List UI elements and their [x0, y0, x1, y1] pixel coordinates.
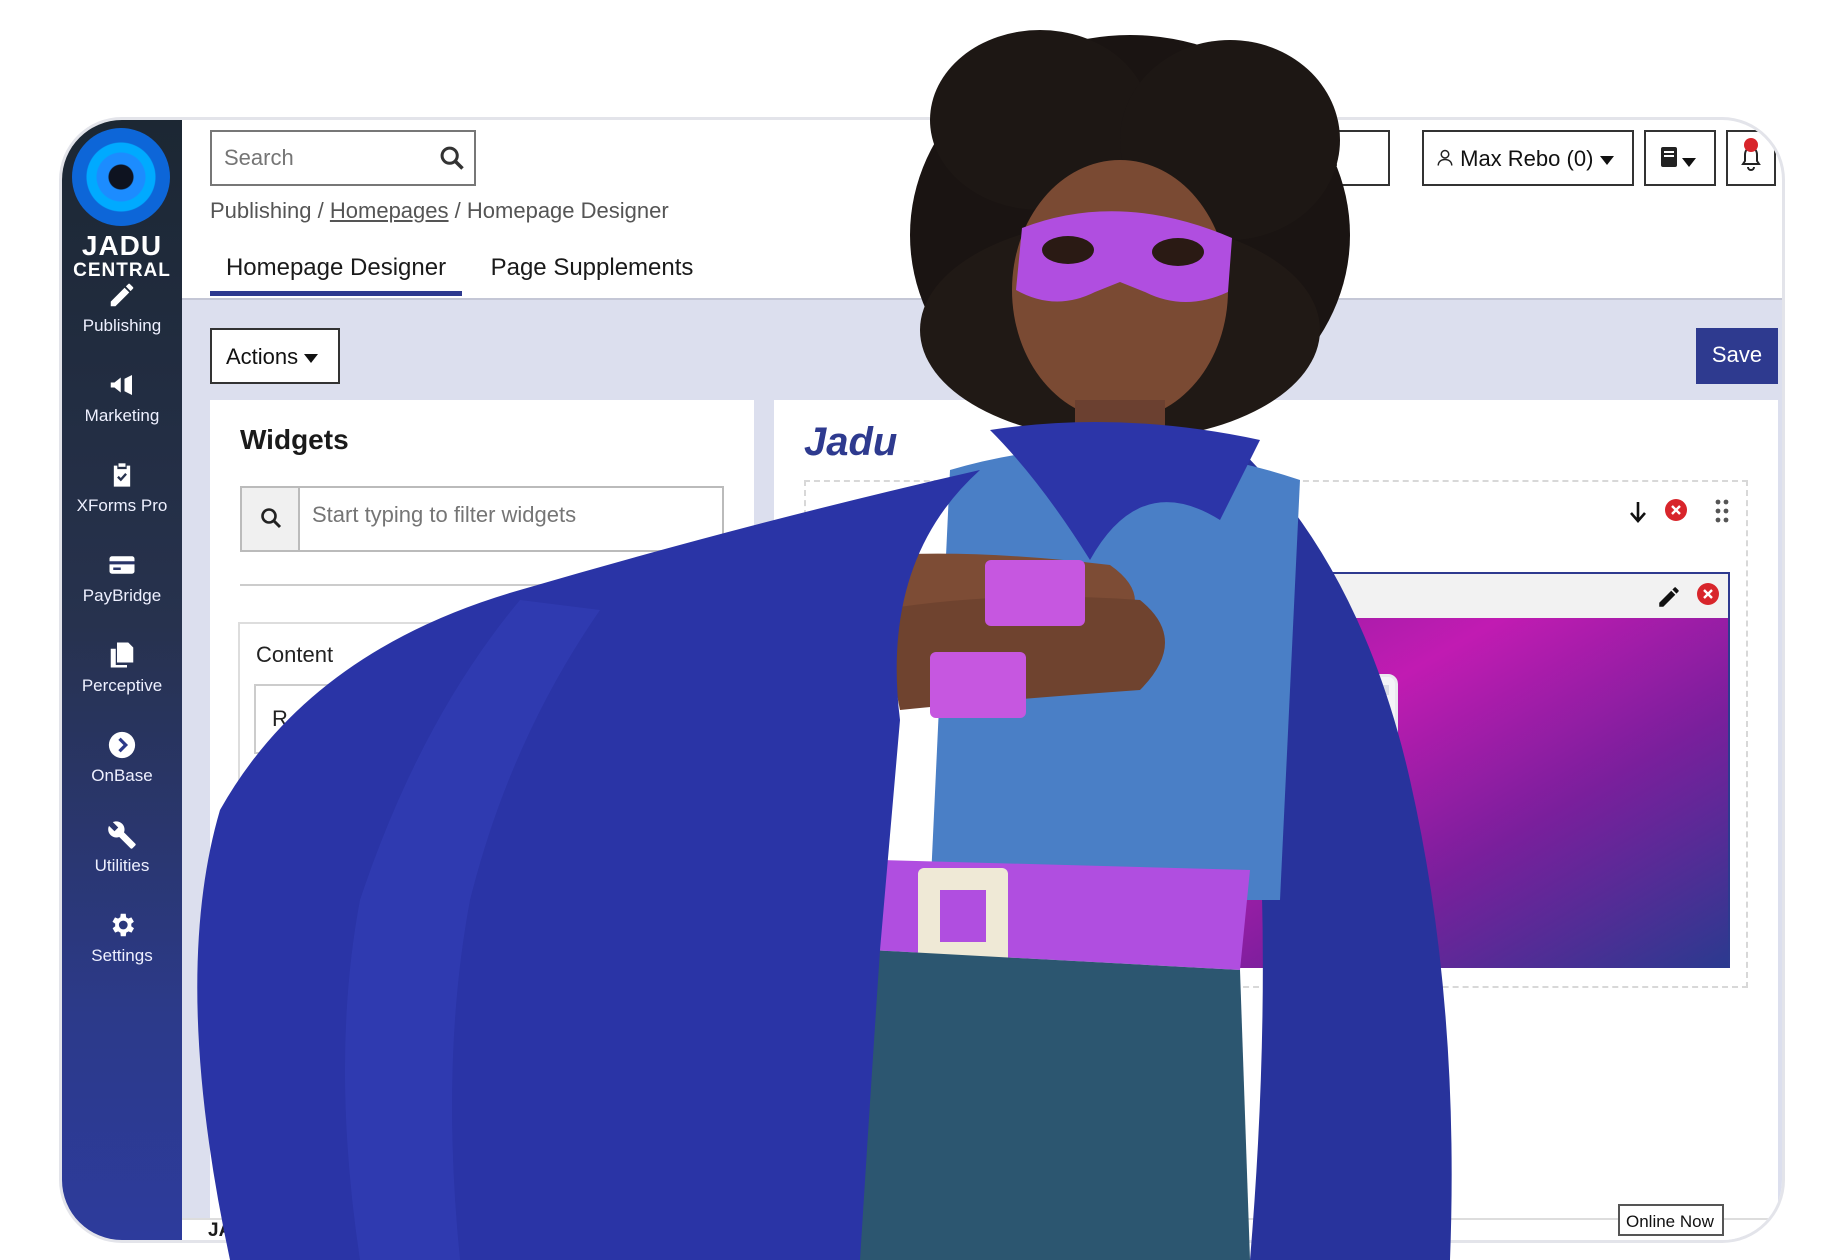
panel-title: Widgets: [240, 424, 349, 455]
pencil-icon: [110, 283, 134, 307]
thumbnail-toolbar: [1299, 685, 1389, 695]
sidebar-item-label: Marketing: [84, 406, 160, 425]
clipboard-check-icon: [113, 463, 131, 487]
actions-button[interactable]: Actions: [210, 328, 340, 384]
search-icon[interactable]: [438, 144, 466, 172]
notifications-button[interactable]: [1726, 130, 1776, 186]
sidebar: JADU CENTRAL Publishing Marketing XForms…: [62, 120, 182, 1240]
homepage-canvas: Jadu: [774, 400, 1778, 1240]
close-icon[interactable]: [1696, 582, 1720, 606]
sidebar-item-label: Publishing: [82, 316, 162, 335]
thumbnail-logo: [1295, 721, 1353, 823]
sidebar-item-label: OnBase: [91, 766, 153, 785]
sidebar-item-marketing[interactable]: Marketing: [62, 370, 182, 460]
breadcrumb-separator: /: [317, 198, 324, 223]
footer: JADU Online Now: [182, 1204, 1782, 1240]
widget-group-label: Content: [256, 642, 334, 667]
gear-icon: [112, 913, 134, 937]
sidebar-item-utilities[interactable]: Utilities: [62, 820, 182, 910]
sidebar-item-paybridge[interactable]: PayBridge: [62, 550, 182, 640]
breadcrumb-item: Publishing: [210, 198, 312, 223]
docs-menu-button[interactable]: [1644, 130, 1716, 186]
logo-line2: CENTRAL: [73, 260, 171, 281]
screenshot-thumbnail: [1288, 674, 1398, 860]
credit-card-icon: [109, 556, 135, 574]
online-now-button[interactable]: Online Now: [1618, 1204, 1724, 1236]
canvas-brand: Jadu: [804, 420, 898, 464]
footer-brand: JADU: [208, 1220, 260, 1240]
book-icon: [1661, 147, 1677, 167]
sidebar-item-onbase[interactable]: OnBase: [62, 730, 182, 820]
app-window: JADU CENTRAL Publishing Marketing XForms…: [62, 120, 1782, 1240]
sidebar-item-label: XForms Pro: [76, 496, 168, 515]
wrench-icon: [108, 821, 136, 849]
designer-area: Actions Save Widgets Content R: [182, 298, 1782, 1240]
sidebar-item-xforms[interactable]: XForms Pro: [62, 460, 182, 550]
breadcrumb: Publishing / Homepages / Homepage Design…: [210, 198, 669, 224]
widget-image: [1224, 618, 1728, 968]
actions-label: Actions: [226, 344, 299, 369]
domain-text: du.net: [1276, 146, 1338, 171]
notification-badge: [1744, 138, 1758, 152]
caret-down-icon: [304, 354, 319, 363]
canvas-row: [804, 480, 1748, 988]
megaphone-icon: [110, 375, 132, 395]
user-label: Max Rebo (0): [1460, 146, 1594, 171]
drag-handle-icon[interactable]: [1714, 498, 1730, 524]
widget-filter: [240, 486, 724, 552]
logo-line1: JADU: [81, 230, 163, 261]
search-input[interactable]: [212, 132, 422, 184]
search-box: [210, 130, 476, 186]
tab-homepage-designer[interactable]: Homepage Designer: [210, 240, 462, 296]
sidebar-item-label: Settings: [91, 946, 153, 965]
widget-item-selected[interactable]: [254, 764, 454, 822]
caret-down-icon: [1682, 158, 1697, 167]
save-button[interactable]: Save: [1696, 328, 1778, 384]
widget-group[interactable]: Content R: [238, 622, 718, 838]
sidebar-item-label: Perceptive: [81, 676, 163, 695]
sidebar-item-label: Utilities: [94, 856, 150, 875]
widget-filter-input[interactable]: [312, 502, 712, 528]
logo-text: JADU CENTRAL: [62, 232, 182, 282]
filter-search-button[interactable]: [242, 488, 300, 550]
widgets-panel: Widgets Content R: [210, 400, 754, 1240]
arrow-down-icon[interactable]: [1628, 500, 1648, 524]
documents-icon: [110, 642, 134, 668]
user-icon: [1437, 149, 1453, 166]
widget-item[interactable]: R: [254, 684, 454, 754]
caret-down-icon: [1599, 156, 1614, 165]
widget-card[interactable]: [1222, 572, 1730, 968]
breadcrumb-separator: /: [454, 198, 461, 223]
breadcrumb-current: Homepage Designer: [466, 198, 669, 223]
widget-card-header: [1224, 574, 1728, 618]
user-menu-button[interactable]: Max Rebo (0): [1422, 130, 1634, 186]
sidebar-item-settings[interactable]: Settings: [62, 910, 182, 1000]
jadu-logo-icon[interactable]: [72, 128, 170, 226]
search-icon: [261, 508, 282, 529]
marketing-hero: JADU CENTRAL Publishing Marketing XForms…: [0, 0, 1837, 1260]
breadcrumb-link[interactable]: Homepages: [330, 198, 449, 223]
sidebar-item-label: PayBridge: [82, 586, 162, 605]
widget-group[interactable]: [238, 848, 718, 968]
domain-button[interactable]: du.net: [1260, 130, 1390, 186]
pencil-icon[interactable]: [1656, 584, 1682, 610]
chevron-circle-icon: [108, 731, 136, 759]
close-icon[interactable]: [1664, 498, 1688, 522]
tab-page-supplements[interactable]: Page Supplements: [482, 240, 702, 296]
sidebar-item-publishing[interactable]: Publishing: [62, 280, 182, 370]
sidebar-item-perceptive[interactable]: Perceptive: [62, 640, 182, 730]
divider: [240, 584, 724, 586]
